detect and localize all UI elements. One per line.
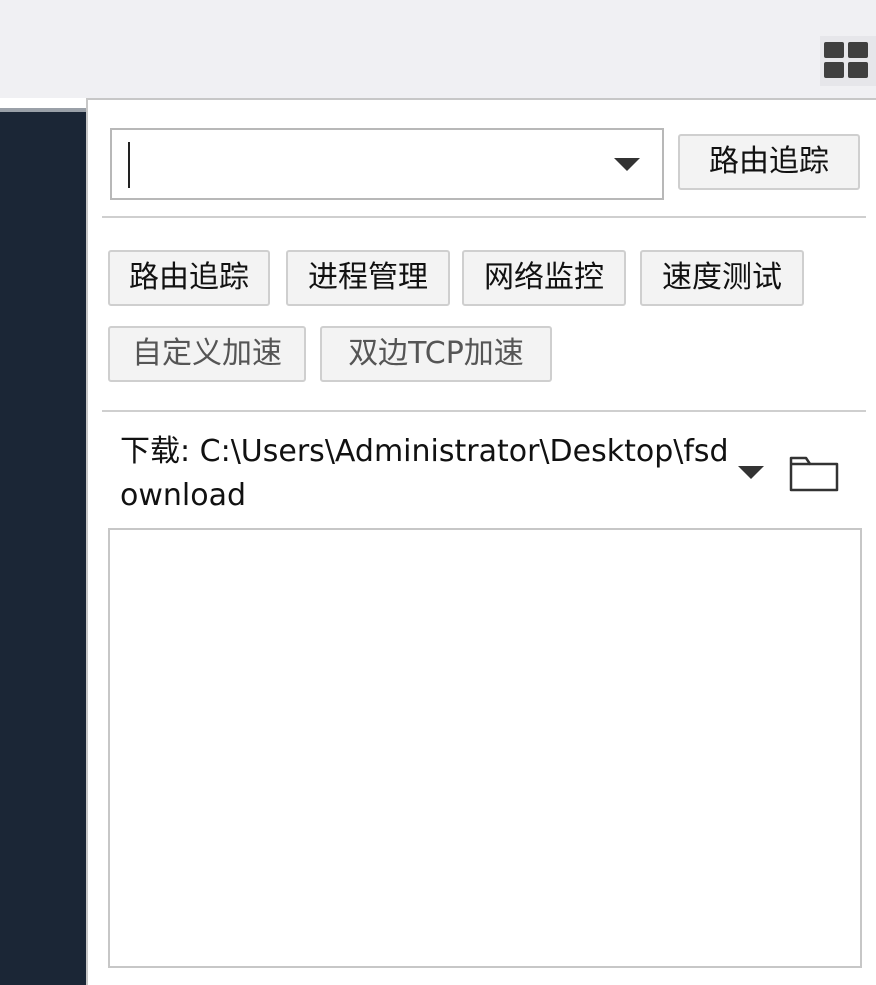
tool-speed-test-button[interactable]: 速度测试 [640,250,804,306]
tools-popup: 路由追踪 路由追踪 进程管理 网络监控 速度测试 自定义加速 双边TCP加速 下… [86,98,876,985]
apps-grid-button[interactable] [820,36,876,86]
chevron-down-icon[interactable] [738,466,764,479]
divider [102,410,866,412]
left-dark-panel [0,112,86,985]
download-list[interactable] [108,528,862,968]
tool-process-manager-button[interactable]: 进程管理 [286,250,450,306]
download-path-label: 下载: C:\Users\Administrator\Desktop\fsdow… [120,434,729,513]
folder-icon[interactable] [788,450,840,494]
divider [102,216,866,218]
chevron-down-icon[interactable] [614,158,640,171]
text-caret [128,142,130,188]
top-toolbar [0,0,876,98]
trace-target-combobox[interactable] [110,128,664,200]
tool-route-trace-button[interactable]: 路由追踪 [108,250,270,306]
tool-network-monitor-button[interactable]: 网络监控 [462,250,626,306]
route-trace-run-button[interactable]: 路由追踪 [678,134,860,190]
tool-bilateral-tcp-acceleration-button[interactable]: 双边TCP加速 [320,326,552,382]
tool-custom-acceleration-button[interactable]: 自定义加速 [108,326,306,382]
